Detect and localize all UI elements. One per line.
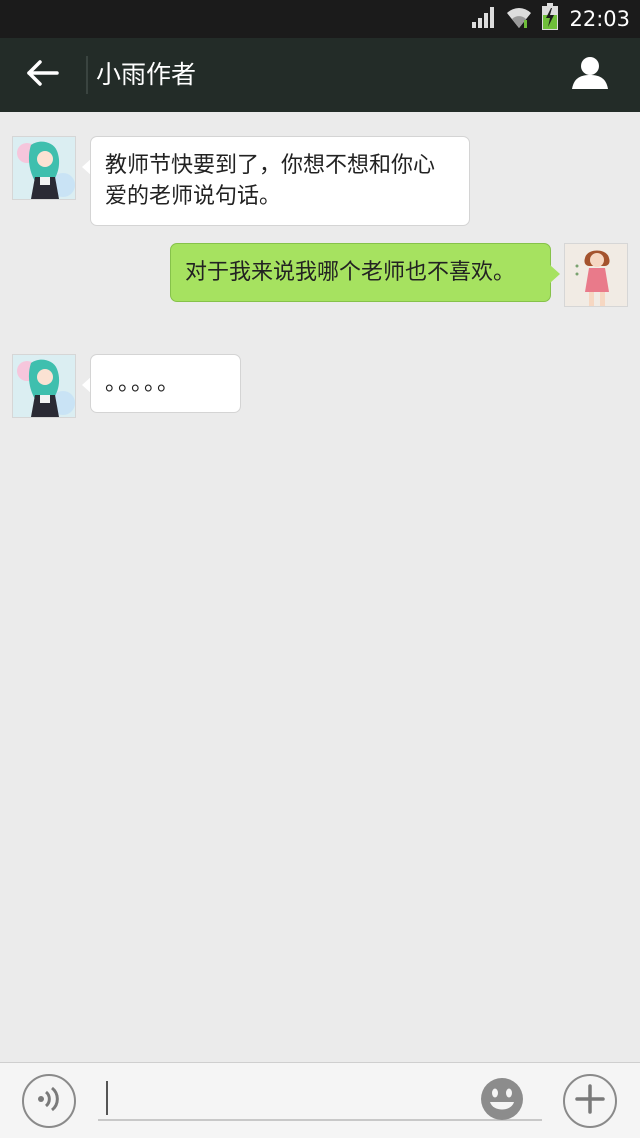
wifi-icon [505, 4, 533, 34]
contact-avatar[interactable] [12, 354, 76, 418]
message-bubble-incoming[interactable]: 。。。。。 [90, 354, 241, 413]
plus-icon [574, 1083, 606, 1119]
voice-button[interactable] [22, 1074, 76, 1128]
self-avatar[interactable] [564, 243, 628, 307]
emoji-icon [479, 1076, 525, 1126]
message-text: 教师节快要到了，你想不想和你心爱的老师说句话。 [105, 153, 436, 209]
plus-button[interactable] [563, 1074, 617, 1128]
text-caret [106, 1081, 108, 1115]
arrow-left-icon [26, 59, 60, 91]
input-bar [0, 1062, 640, 1138]
title-bar: 小雨作者 [0, 38, 640, 112]
person-icon [570, 56, 610, 94]
battery-charging-icon [541, 3, 559, 35]
voice-icon [34, 1086, 64, 1116]
status-icons: 22:03 [471, 3, 630, 35]
title-divider [86, 56, 88, 94]
chat-title: 小雨作者 [96, 60, 197, 89]
status-time: 22:03 [569, 7, 630, 31]
message-list[interactable]: 教师节快要到了，你想不想和你心爱的老师说句话。 对于我来说我哪个老师也不喜欢。 [0, 112, 640, 1062]
message-bubble-incoming[interactable]: 教师节快要到了，你想不想和你心爱的老师说句话。 [90, 136, 470, 226]
status-bar: 22:03 [0, 0, 640, 38]
message-bubble-outgoing[interactable]: 对于我来说我哪个老师也不喜欢。 [170, 243, 551, 302]
emoji-button[interactable] [475, 1074, 529, 1128]
bubble-tail [550, 265, 560, 283]
contact-avatar[interactable] [12, 136, 76, 200]
profile-button[interactable] [564, 52, 616, 98]
message-text: 。。。。。 [105, 371, 182, 396]
back-button[interactable] [14, 52, 72, 98]
signal-icon [471, 5, 497, 33]
message-text: 对于我来说我哪个老师也不喜欢。 [185, 260, 516, 285]
